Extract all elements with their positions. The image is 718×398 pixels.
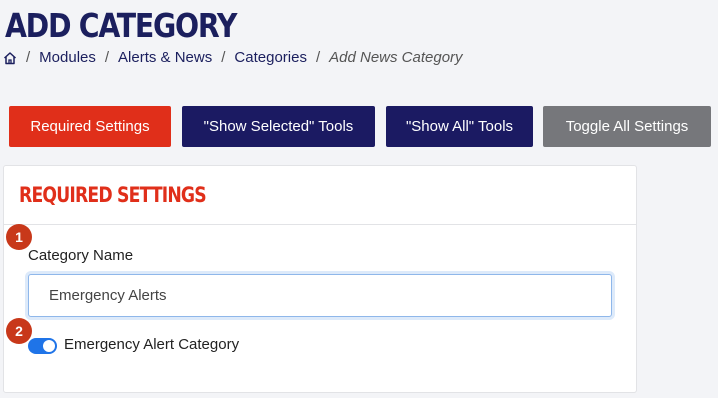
panel-header: REQUIRED SETTINGS [4, 166, 636, 225]
breadcrumb-separator: / [26, 49, 31, 66]
show-all-tools-button[interactable]: "Show All" Tools [386, 106, 533, 147]
category-name-input[interactable] [28, 274, 612, 317]
home-icon[interactable] [3, 51, 17, 65]
breadcrumb-categories[interactable]: Categories [234, 49, 307, 66]
required-settings-button[interactable]: Required Settings [9, 106, 171, 147]
emergency-alert-label: Emergency Alert Category [64, 336, 240, 353]
breadcrumb-alerts-news[interactable]: Alerts & News [118, 49, 212, 66]
show-selected-tools-button[interactable]: "Show Selected" Tools [182, 106, 375, 147]
breadcrumb-separator: / [315, 49, 321, 66]
breadcrumb: / Modules / Alerts & News / Categories /… [3, 49, 463, 66]
breadcrumb-current: Add News Category [329, 49, 463, 66]
panel-title: REQUIRED SETTINGS [19, 183, 207, 207]
required-settings-panel: REQUIRED SETTINGS 1 Category Name 2 Emer… [3, 165, 637, 393]
breadcrumb-modules[interactable]: Modules [39, 49, 96, 66]
breadcrumb-separator: / [104, 49, 110, 66]
emergency-alert-toggle[interactable] [28, 338, 57, 354]
category-name-label: Category Name [28, 247, 134, 264]
breadcrumb-separator: / [221, 49, 226, 66]
toggle-all-settings-button[interactable]: Toggle All Settings [543, 106, 711, 147]
page-title: ADD CATEGORY [5, 6, 237, 45]
step-badge-2: 2 [6, 318, 32, 344]
toggle-knob [43, 340, 55, 352]
